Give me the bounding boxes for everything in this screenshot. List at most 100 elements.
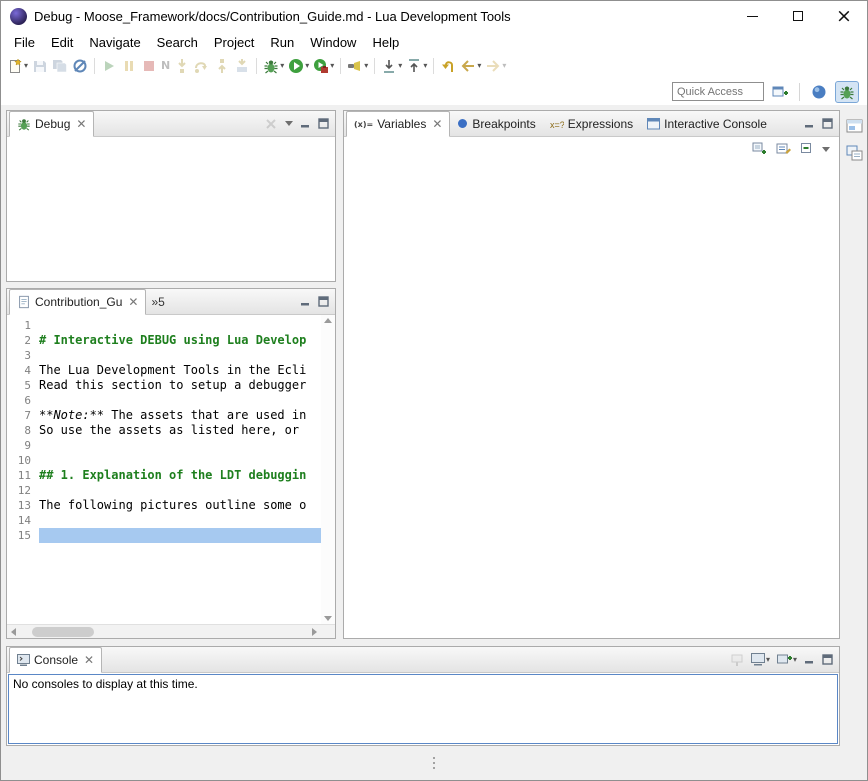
step-return-button[interactable]: [212, 55, 232, 77]
line-number[interactable]: 6: [7, 393, 39, 408]
code-line[interactable]: 13The following pictures outline some o: [7, 498, 321, 513]
code-line[interactable]: 14: [7, 513, 321, 528]
scroll-right-icon[interactable]: [312, 628, 317, 636]
tab-debug[interactable]: Debug ✕: [9, 111, 94, 137]
tab-contribution-guide[interactable]: Contribution_Gu ✕: [9, 289, 146, 315]
close-tab-icon[interactable]: ✕: [76, 118, 86, 130]
tab-variables[interactable]: (x)= Variables ✕: [346, 111, 450, 137]
tab-expressions[interactable]: x=? Expressions: [543, 111, 640, 136]
search-button[interactable]: ▾: [345, 55, 370, 77]
console-minimize-button[interactable]: [804, 654, 815, 665]
debug-perspective-button[interactable]: [835, 81, 859, 103]
menu-edit[interactable]: Edit: [43, 33, 81, 52]
tab-breakpoints[interactable]: Breakpoints: [450, 111, 542, 136]
line-number[interactable]: 1: [7, 318, 39, 333]
menu-search[interactable]: Search: [149, 33, 206, 52]
code-line[interactable]: 1: [7, 318, 321, 333]
previous-annotation-button[interactable]: ▾: [404, 55, 429, 77]
line-number[interactable]: 13: [7, 498, 39, 513]
code-line[interactable]: 12: [7, 483, 321, 498]
save-all-button[interactable]: [50, 55, 70, 77]
skip-all-breakpoints-button[interactable]: [70, 55, 90, 77]
line-number[interactable]: 15: [7, 528, 39, 543]
next-annotation-button[interactable]: ▾: [379, 55, 404, 77]
editor-maximize-button[interactable]: [318, 296, 329, 307]
collapse-all-button[interactable]: [800, 142, 814, 156]
open-console-button[interactable]: ▾: [777, 653, 797, 666]
pin-console-button[interactable]: [730, 653, 744, 667]
code-line[interactable]: 6: [7, 393, 321, 408]
quick-access-input[interactable]: [672, 82, 764, 101]
line-number[interactable]: 4: [7, 363, 39, 378]
menu-navigate[interactable]: Navigate: [81, 33, 148, 52]
line-number[interactable]: 2: [7, 333, 39, 348]
debug-view-menu-button[interactable]: [285, 121, 293, 126]
step-into-button[interactable]: [172, 55, 192, 77]
code-line[interactable]: 7**Note:** The assets that are used in: [7, 408, 321, 423]
close-tab-icon[interactable]: ✕: [432, 118, 442, 130]
line-number[interactable]: 5: [7, 378, 39, 393]
menu-project[interactable]: Project: [206, 33, 262, 52]
menu-window[interactable]: Window: [302, 33, 364, 52]
editor-minimize-button[interactable]: [300, 296, 311, 307]
remove-all-terminated-button[interactable]: [264, 117, 278, 131]
tab-interactive-console[interactable]: Interactive Console: [640, 111, 774, 136]
line-number[interactable]: 14: [7, 513, 39, 528]
line-number[interactable]: 11: [7, 468, 39, 483]
debug-view-minimize-button[interactable]: [300, 118, 311, 129]
disconnect-button[interactable]: N: [159, 55, 172, 77]
maximize-window-button[interactable]: [775, 1, 821, 31]
editor-tab-overflow-chevron[interactable]: »5: [146, 295, 169, 309]
minimized-view-icon-1[interactable]: [846, 118, 863, 134]
resume-button[interactable]: [99, 55, 119, 77]
menu-file[interactable]: File: [6, 33, 43, 52]
code-line[interactable]: 10: [7, 453, 321, 468]
step-over-button[interactable]: [192, 55, 212, 77]
code-line[interactable]: 9: [7, 438, 321, 453]
last-edit-location-button[interactable]: [438, 55, 458, 77]
line-number[interactable]: 12: [7, 483, 39, 498]
scroll-left-icon[interactable]: [11, 628, 16, 636]
tab-console[interactable]: Console ✕: [9, 647, 102, 673]
title-bar[interactable]: Debug - Moose_Framework/docs/Contributio…: [1, 1, 867, 31]
derived-variables-button[interactable]: [776, 141, 792, 157]
open-perspective-button[interactable]: [768, 81, 792, 103]
run-button[interactable]: ▾: [286, 55, 311, 77]
code-line[interactable]: 5Read this section to setup a debugger: [7, 378, 321, 393]
code-line[interactable]: 3: [7, 348, 321, 363]
code-line[interactable]: 2# Interactive DEBUG using Lua Develop: [7, 333, 321, 348]
minimize-window-button[interactable]: [729, 1, 775, 31]
hscroll-track[interactable]: [20, 625, 308, 638]
sash-drag-handle[interactable]: [433, 757, 435, 769]
line-number[interactable]: 10: [7, 453, 39, 468]
variables-maximize-button[interactable]: [822, 118, 833, 129]
terminate-button[interactable]: [139, 55, 159, 77]
code-line[interactable]: 8So use the assets as listed here, or: [7, 423, 321, 438]
code-area[interactable]: 1 2# Interactive DEBUG using Lua Develop…: [7, 315, 321, 624]
ldt-perspective-button[interactable]: [807, 81, 831, 103]
suspend-button[interactable]: [119, 55, 139, 77]
variables-minimize-button[interactable]: [804, 118, 815, 129]
hscroll-thumb[interactable]: [32, 627, 94, 637]
menu-run[interactable]: Run: [262, 33, 302, 52]
line-number[interactable]: 9: [7, 438, 39, 453]
scroll-down-icon[interactable]: [324, 616, 332, 621]
close-tab-icon[interactable]: ✕: [84, 654, 94, 666]
line-number[interactable]: 8: [7, 423, 39, 438]
close-tab-icon[interactable]: ✕: [128, 296, 138, 308]
line-number[interactable]: 7: [7, 408, 39, 423]
save-button[interactable]: [30, 55, 50, 77]
back-button[interactable]: ▾: [458, 55, 483, 77]
close-window-button[interactable]: ×: [821, 1, 867, 31]
drop-to-frame-button[interactable]: [232, 55, 252, 77]
debug-view-maximize-button[interactable]: [318, 118, 329, 129]
show-logical-structure-button[interactable]: [752, 141, 768, 157]
menu-help[interactable]: Help: [364, 33, 407, 52]
code-line[interactable]: 11## 1. Explanation of the LDT debuggin: [7, 468, 321, 483]
editor-horizontal-scrollbar[interactable]: [7, 625, 321, 638]
variables-view-menu-button[interactable]: [822, 147, 830, 152]
debug-button[interactable]: ▾: [261, 55, 286, 77]
forward-button[interactable]: ▾: [483, 55, 508, 77]
minimized-view-icon-2[interactable]: [846, 145, 863, 161]
scroll-up-icon[interactable]: [324, 318, 332, 323]
